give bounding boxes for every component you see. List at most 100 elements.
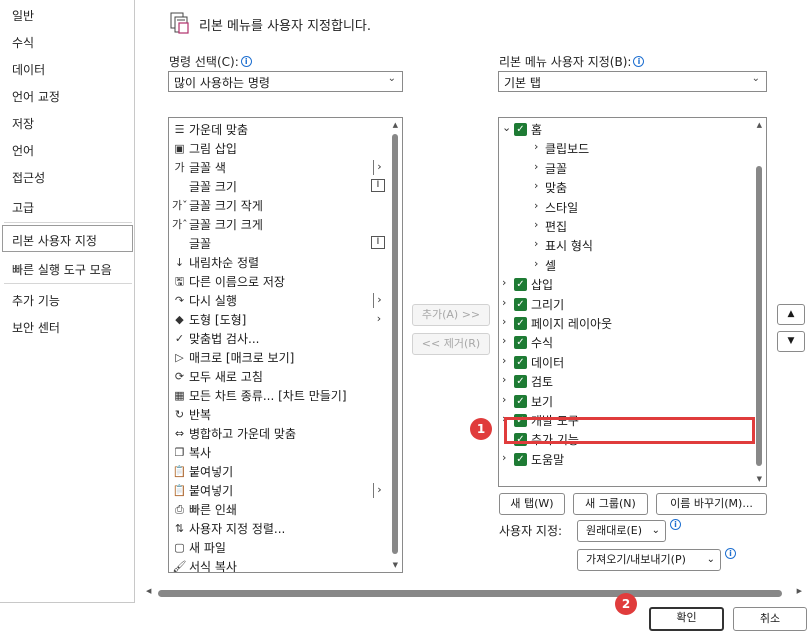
nav-item-language[interactable]: 언어	[12, 142, 34, 159]
info-icon[interactable]: i	[670, 519, 681, 530]
commands-scroll-thumb[interactable]	[392, 134, 398, 554]
info-icon[interactable]: i	[725, 548, 736, 559]
checkbox-checked-icon[interactable]: ✓	[514, 123, 527, 136]
command-item[interactable]: 🖫 다른 이름으로 저장	[171, 272, 385, 291]
command-item[interactable]: ☰ 가운데 맞춤	[171, 120, 385, 139]
checkbox-checked-icon[interactable]: ✓	[514, 278, 527, 292]
scroll-left-icon[interactable]: ◀	[146, 587, 151, 595]
command-item[interactable]: ▣ 그림 삽입	[171, 139, 385, 158]
scroll-down-icon[interactable]: ▼	[393, 561, 398, 569]
move-down-button[interactable]: ▼	[777, 331, 805, 352]
nav-item-general[interactable]: 일반	[12, 7, 34, 24]
chevron-right-icon[interactable]: ›	[534, 179, 538, 192]
scroll-up-icon[interactable]: ▲	[393, 121, 398, 129]
rename-button[interactable]: 이름 바꾸기(M)...	[656, 493, 767, 515]
command-item[interactable]: 글꼴 크기 I	[171, 177, 385, 196]
chevron-right-icon[interactable]: ›	[502, 373, 506, 386]
import-export-dropdown-button[interactable]: 가져오기/내보내기(P) ⌄	[577, 549, 721, 571]
horizontal-scrollbar[interactable]: ◀ ▶	[144, 586, 804, 600]
chevron-right-icon[interactable]: ›	[534, 199, 538, 212]
chevron-right-icon[interactable]: ›	[534, 237, 538, 250]
ribbon-tab-item[interactable]: ⌄ ✓ 홈	[501, 120, 751, 139]
command-item[interactable]: ▦ 모든 차트 종류... [차트 만들기]	[171, 386, 385, 405]
ribbon-tab-item[interactable]: › ✓ 수식	[501, 333, 751, 352]
chevron-right-icon[interactable]: ›	[502, 315, 506, 328]
command-item[interactable]: ▷ 매크로 [매크로 보기]	[171, 348, 385, 367]
chevron-right-icon[interactable]: ›	[502, 354, 506, 367]
nav-item-quick-access-toolbar[interactable]: 빠른 실행 도구 모음	[12, 261, 112, 278]
command-item[interactable]: ⎙ 빠른 인쇄	[171, 500, 385, 519]
new-tab-button[interactable]: 새 탭(W)	[499, 493, 565, 515]
command-item[interactable]: 가ˆ 글꼴 크기 크게	[171, 215, 385, 234]
nav-item-data[interactable]: 데이터	[12, 61, 45, 78]
tree-scroll-thumb[interactable]	[756, 166, 762, 466]
move-up-button[interactable]: ▲	[777, 304, 805, 325]
ok-button[interactable]: 확인	[649, 607, 724, 631]
command-item[interactable]: ↷ 다시 실행 ›	[171, 291, 385, 310]
ribbon-tab-item[interactable]: › ✓ 그리기	[501, 295, 751, 314]
ribbon-tab-item[interactable]: › ✓ 삽입	[501, 275, 751, 294]
ribbon-tab-item[interactable]: › ✓ 검토	[501, 372, 751, 391]
command-item[interactable]: 가 글꼴 색 ›	[171, 158, 385, 177]
horizontal-scroll-thumb[interactable]	[158, 590, 782, 597]
chevron-right-icon[interactable]: ›	[534, 218, 538, 231]
nav-item-proofing[interactable]: 언어 교정	[12, 88, 60, 105]
info-icon[interactable]: i	[240, 56, 252, 67]
ribbon-group-item[interactable]: › 글꼴	[501, 159, 751, 178]
add-button[interactable]: 추가(A) >>	[412, 304, 490, 326]
command-item[interactable]: ❐ 복사	[171, 443, 385, 462]
ribbon-tab-item[interactable]: › ✓ 도움말	[501, 450, 751, 469]
choose-commands-dropdown[interactable]: 많이 사용하는 명령 ⌄	[168, 71, 403, 92]
command-item[interactable]: 📋 붙여넣기 ›	[171, 481, 385, 500]
checkbox-checked-icon[interactable]: ✓	[514, 394, 527, 408]
chevron-down-icon[interactable]: ⌄	[502, 121, 511, 134]
checkbox-checked-icon[interactable]: ✓	[514, 375, 527, 389]
nav-item-accessibility[interactable]: 접근성	[12, 169, 45, 186]
ribbon-group-item[interactable]: › 표시 형식	[501, 236, 751, 255]
command-item[interactable]: ⇅ 사용자 지정 정렬...	[171, 519, 385, 538]
command-item[interactable]: ↻ 반복	[171, 405, 385, 424]
ribbon-tab-item[interactable]: › ✓ 페이지 레이아웃	[501, 314, 751, 333]
scroll-down-icon[interactable]: ▼	[757, 475, 762, 483]
command-item[interactable]: ⟳ 모두 새로 고침	[171, 367, 385, 386]
ribbon-group-item[interactable]: › 맞춤	[501, 178, 751, 197]
ribbon-tab-item[interactable]: › ✓ 보기	[501, 392, 751, 411]
nav-item-save[interactable]: 저장	[12, 115, 34, 132]
chevron-right-icon[interactable]: ›	[502, 451, 506, 464]
checkbox-checked-icon[interactable]: ✓	[514, 297, 527, 311]
ribbon-tab-item[interactable]: › ✓ 데이터	[501, 353, 751, 372]
ribbon-tabs-dropdown[interactable]: 기본 탭 ⌄	[498, 71, 767, 92]
chevron-right-icon[interactable]: ›	[534, 140, 538, 153]
remove-button[interactable]: << 제거(R)	[412, 333, 490, 355]
chevron-right-icon[interactable]: ›	[502, 296, 506, 309]
ribbon-group-item[interactable]: › 셀	[501, 256, 751, 275]
checkbox-checked-icon[interactable]: ✓	[514, 317, 527, 330]
command-item[interactable]: ◆ 도형 [도형] ›	[171, 310, 385, 329]
scroll-right-icon[interactable]: ▶	[797, 587, 802, 595]
command-item[interactable]: ▢ 새 파일	[171, 538, 385, 557]
chevron-right-icon[interactable]: ›	[502, 334, 506, 347]
chevron-right-icon[interactable]: ›	[502, 276, 506, 289]
nav-item-trust-center[interactable]: 보안 센터	[12, 319, 60, 336]
info-icon[interactable]: i	[633, 56, 645, 67]
command-item[interactable]: 글꼴 I	[171, 234, 385, 253]
command-item[interactable]: 📋 붙여넣기	[171, 462, 385, 481]
command-item[interactable]: ⇔ 병합하고 가운데 맞춤	[171, 424, 385, 443]
checkbox-checked-icon[interactable]: ✓	[514, 452, 527, 466]
command-item[interactable]: ↓ 내림차순 정렬	[171, 253, 385, 272]
new-group-button[interactable]: 새 그룹(N)	[573, 493, 648, 515]
checkbox-checked-icon[interactable]: ✓	[514, 336, 527, 350]
commands-list[interactable]: ☰ 가운데 맞춤 ▣ 그림 삽입 가 글꼴 색 › 글꼴 크기 I 가ˇ 글꼴 크기 작게 가ˆ 글꼴 …	[168, 117, 403, 573]
nav-item-customize-ribbon[interactable]: 리본 사용자 지정	[12, 232, 97, 249]
chevron-right-icon[interactable]: ›	[534, 160, 538, 173]
nav-item-advanced[interactable]: 고급	[12, 199, 34, 216]
chevron-right-icon[interactable]: ›	[502, 393, 506, 406]
ribbon-group-item[interactable]: › 스타일	[501, 198, 751, 217]
ribbon-group-item[interactable]: › 편집	[501, 217, 751, 236]
nav-item-add-ins[interactable]: 추가 기능	[12, 292, 60, 309]
chevron-right-icon[interactable]: ›	[534, 257, 538, 270]
command-item[interactable]: ✓ 맞춤법 검사...	[171, 329, 385, 348]
checkbox-checked-icon[interactable]: ✓	[514, 355, 527, 369]
nav-item-formulas[interactable]: 수식	[12, 34, 34, 51]
reset-dropdown-button[interactable]: 원래대로(E) ⌄	[577, 520, 666, 542]
